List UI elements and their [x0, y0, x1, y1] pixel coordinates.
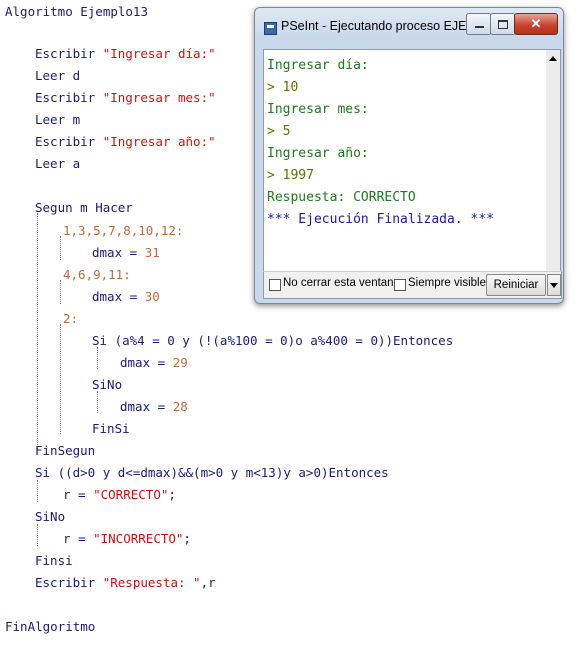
code-line: dmax = 30	[92, 289, 160, 304]
scroll-up-icon[interactable]	[549, 56, 557, 61]
maximize-icon	[498, 19, 508, 29]
console-output[interactable]: Ingresar día: > 10 Ingresar mes: > 5 Ing…	[263, 49, 548, 273]
minimize-button[interactable]	[466, 13, 492, 35]
code-line: Escribir "Ingresar año:"	[35, 134, 216, 149]
code-line: SiNo	[35, 509, 66, 524]
console-line: > 5	[267, 124, 291, 139]
indent-guide	[60, 236, 61, 260]
reset-button[interactable]: Reiniciar	[486, 274, 546, 296]
code-line: Leer a	[35, 156, 81, 171]
console-line: Ingresar mes:	[267, 102, 369, 117]
console-line: > 10	[267, 80, 299, 95]
console-line: Respuesta: CORRECTO	[267, 190, 416, 205]
indent-guide	[37, 480, 38, 502]
maximize-button[interactable]	[490, 13, 516, 35]
execution-window[interactable]: PSeInt - Ejecutando proceso EJEMP... ✕ I…	[254, 7, 564, 304]
close-button[interactable]: ✕	[514, 13, 558, 35]
no-cerrar-checkbox[interactable]	[269, 279, 281, 291]
minimize-icon	[474, 26, 484, 28]
console-line: Ingresar año:	[267, 146, 369, 161]
app-icon	[264, 22, 277, 35]
code-line: dmax = 28	[120, 399, 188, 414]
title-bar[interactable]: PSeInt - Ejecutando proceso EJEMP... ✕	[255, 8, 563, 42]
code-line: Escribir "Respuesta: ",r	[35, 575, 216, 590]
code-line: 1,3,5,7,8,10,12:	[63, 223, 184, 238]
code-line: Segun m Hacer	[35, 200, 133, 215]
code-line: Leer d	[35, 68, 81, 83]
no-cerrar-label: No cerrar esta ventana	[283, 277, 400, 289]
code-line: Finsi	[35, 553, 73, 568]
code-line: 2:	[63, 311, 79, 326]
indent-guide	[97, 391, 98, 413]
siempre-visible-checkbox[interactable]	[394, 279, 406, 291]
code-line: FinSi	[92, 421, 130, 436]
code-line: Si ((d>0 y d<=dmax)&&(m>0 y m<13)y a>0)E…	[35, 465, 389, 480]
console-line: *** Ejecución Finalizada. ***	[267, 212, 494, 227]
bottom-bar: No cerrar esta ventana Siempre visible R…	[263, 271, 562, 299]
console-line: > 1997	[267, 168, 314, 183]
code-line: r = "INCORRECTO";	[63, 531, 191, 546]
code-line: dmax = 29	[120, 355, 188, 370]
code-line: Escribir "Ingresar mes:"	[35, 90, 216, 105]
vertical-scrollbar[interactable]	[546, 49, 561, 273]
indent-guide	[37, 524, 38, 546]
window-title: PSeInt - Ejecutando proceso EJEMP...	[281, 19, 495, 33]
siempre-visible-label: Siempre visible	[408, 277, 486, 289]
code-line: Si (a%4 = 0 y (!(a%100 = 0)o a%400 = 0))…	[92, 333, 454, 348]
code-line: Leer m	[35, 112, 81, 127]
close-icon: ✕	[530, 16, 542, 31]
code-line: SiNo	[92, 377, 123, 392]
code-line: 4,6,9,11:	[63, 267, 131, 282]
code-line: Algoritmo Ejemplo13	[5, 4, 148, 19]
indent-guide	[37, 213, 38, 449]
code-line: dmax = 31	[92, 245, 160, 260]
code-line: FinAlgoritmo	[5, 619, 96, 634]
indent-guide	[97, 347, 98, 369]
code-line: FinSegun	[35, 443, 96, 458]
dropdown-arrow-icon[interactable]	[547, 274, 561, 296]
indent-guide	[60, 280, 61, 304]
code-line: r = "CORRECTO";	[63, 487, 176, 502]
console-line: Ingresar día:	[267, 58, 369, 73]
code-line: Escribir "Ingresar día:"	[35, 46, 216, 61]
indent-guide	[60, 324, 61, 434]
